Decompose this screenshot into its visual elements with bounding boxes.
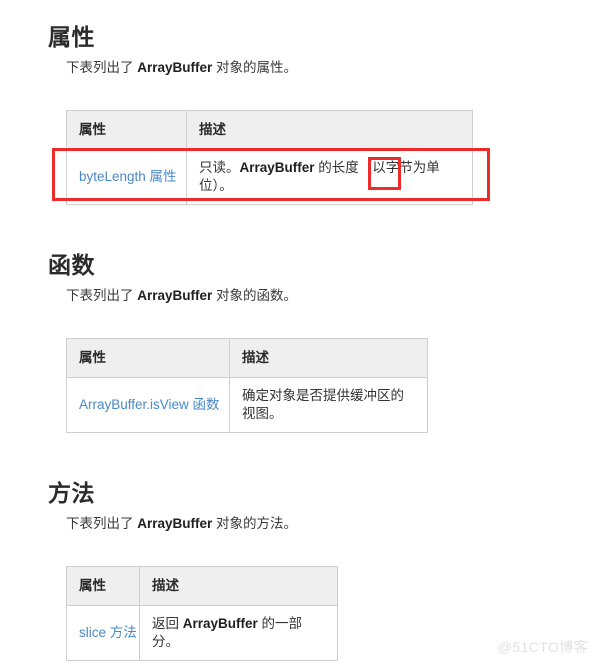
table-row: byteLength 属性 只读。ArrayBuffer 的长度（以字节为单位）…: [66, 149, 473, 205]
section-functions: 函数 下表列出了 ArrayBuffer 对象的函数。: [0, 250, 600, 306]
document-page: 属性 下表列出了 ArrayBuffer 对象的属性。 属性 描述 byteLe…: [0, 0, 600, 666]
cell-description: 确定对象是否提供缓冲区的视图。: [229, 377, 428, 433]
desc-bold-term: ArrayBuffer: [137, 516, 213, 531]
desc-prefix: 下表列出了: [66, 516, 138, 531]
desc-prefix: 下表列出了: [66, 60, 138, 75]
cell-member-name: byteLength 属性: [66, 149, 187, 205]
desc-bold-term: ArrayBuffer: [137, 60, 213, 75]
desc-suffix: 对象的函数。: [212, 288, 298, 303]
section-methods: 方法 下表列出了 ArrayBuffer 对象的方法。: [0, 478, 600, 534]
table-properties-container: 属性 描述 byteLength 属性 只读。ArrayBuffer 的长度（以…: [66, 110, 473, 205]
section-description-methods: 下表列出了 ArrayBuffer 对象的方法。: [0, 514, 600, 534]
watermark-text: @51CTO博客: [497, 639, 588, 655]
desc-suffix: 对象的方法。: [212, 516, 298, 531]
link-bytelength-property[interactable]: byteLength 属性: [79, 169, 177, 184]
column-header-description: 描述: [186, 110, 473, 150]
desc-bold-term: ArrayBuffer: [182, 616, 258, 631]
desc-prefix: 只读。: [199, 160, 240, 175]
column-header-description: 描述: [229, 338, 428, 378]
column-header-name: 属性: [66, 566, 140, 606]
cell-description: 返回 ArrayBuffer 的一部分。: [139, 605, 338, 661]
link-arraybuffer-isview-function[interactable]: ArrayBuffer.isView 函数: [79, 397, 220, 412]
table-methods: 属性 描述 slice 方法 返回 ArrayBuffer 的一部分。: [66, 566, 338, 661]
table-properties: 属性 描述 byteLength 属性 只读。ArrayBuffer 的长度（以…: [66, 110, 473, 205]
page-title-methods: 方法: [48, 480, 95, 506]
table-row: ArrayBuffer.isView 函数 确定对象是否提供缓冲区的视图。: [66, 377, 428, 433]
table-header-row: 属性 描述: [66, 110, 473, 150]
column-header-name: 属性: [66, 110, 187, 150]
link-slice-method[interactable]: slice 方法: [79, 625, 137, 640]
desc-prefix: 下表列出了: [66, 288, 138, 303]
table-functions-container: 属性 描述 ArrayBuffer.isView 函数 确定对象是否提供缓冲区的…: [66, 338, 428, 433]
column-header-description: 描述: [139, 566, 338, 606]
desc-bold-term: ArrayBuffer: [137, 288, 213, 303]
cell-description: 只读。ArrayBuffer 的长度（以字节为单位）。: [186, 149, 473, 205]
table-functions: 属性 描述 ArrayBuffer.isView 函数 确定对象是否提供缓冲区的…: [66, 338, 428, 433]
desc-prefix: 确定对象是否提供缓冲区的视图。: [242, 388, 404, 421]
table-header-row: 属性 描述: [66, 338, 428, 378]
desc-suffix: 对象的属性。: [212, 60, 298, 75]
desc-bold-term: ArrayBuffer: [239, 160, 315, 175]
column-header-name: 属性: [66, 338, 230, 378]
page-title-properties: 属性: [48, 24, 95, 50]
cell-member-name: slice 方法: [66, 605, 140, 661]
cell-member-name: ArrayBuffer.isView 函数: [66, 377, 230, 433]
table-methods-container: 属性 描述 slice 方法 返回 ArrayBuffer 的一部分。: [66, 566, 338, 661]
section-description-functions: 下表列出了 ArrayBuffer 对象的函数。: [0, 286, 600, 306]
desc-prefix: 返回: [152, 616, 183, 631]
table-row: slice 方法 返回 ArrayBuffer 的一部分。: [66, 605, 338, 661]
page-title-functions: 函数: [48, 252, 95, 278]
section-description-properties: 下表列出了 ArrayBuffer 对象的属性。: [0, 58, 600, 78]
table-header-row: 属性 描述: [66, 566, 338, 606]
section-properties: 属性 下表列出了 ArrayBuffer 对象的属性。: [0, 22, 600, 78]
